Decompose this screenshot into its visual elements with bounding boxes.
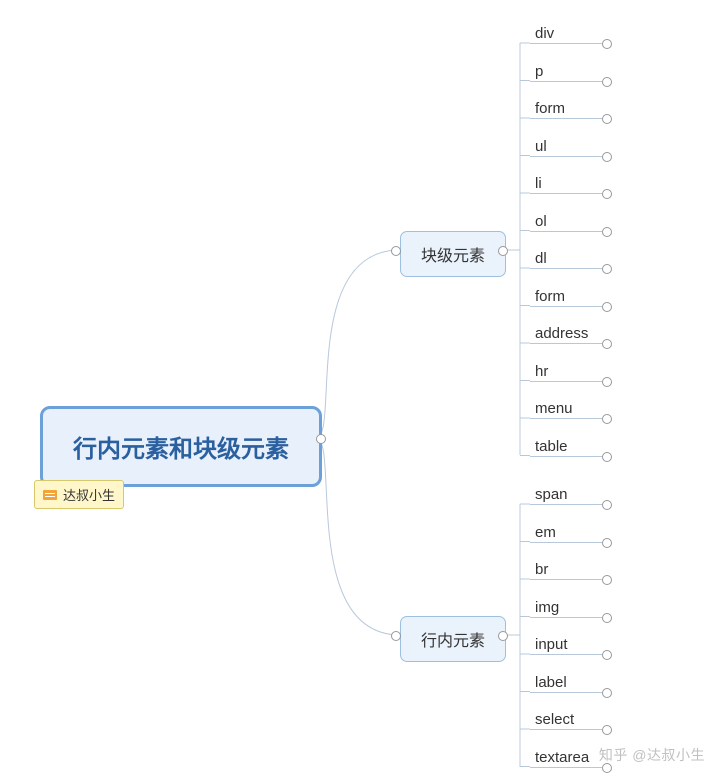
leaf-expand-dot[interactable] (602, 377, 612, 387)
leaf-expand-dot[interactable] (602, 227, 612, 237)
leaf-block-3[interactable]: ul (535, 136, 547, 157)
leaf-block-4[interactable]: li (535, 173, 542, 194)
leaf-inline-2[interactable]: br (535, 559, 548, 580)
leaf-block-0[interactable]: div (535, 23, 554, 44)
leaf-block-5[interactable]: ol (535, 211, 547, 232)
leaf-block-1[interactable]: p (535, 61, 543, 82)
leaf-inline-4[interactable]: input (535, 634, 568, 655)
leaf-expand-dot[interactable] (602, 575, 612, 585)
leaf-expand-dot[interactable] (602, 302, 612, 312)
leaf-expand-dot[interactable] (602, 725, 612, 735)
branch-inline-dot-right[interactable] (498, 631, 508, 641)
branch-inline-label: 行内元素 (421, 633, 485, 650)
author-tag[interactable]: 达叔小生 (34, 480, 124, 509)
branch-block-dot-right[interactable] (498, 246, 508, 256)
root-node[interactable]: 行内元素和块级元素 (40, 406, 322, 487)
leaf-inline-6[interactable]: select (535, 709, 574, 730)
leaf-expand-dot[interactable] (602, 39, 612, 49)
leaf-inline-0[interactable]: span (535, 484, 568, 505)
leaf-expand-dot[interactable] (602, 152, 612, 162)
leaf-inline-5[interactable]: label (535, 672, 567, 693)
branch-inline-dot-left[interactable] (391, 631, 401, 641)
branch-block-label: 块级元素 (421, 248, 485, 265)
leaf-expand-dot[interactable] (602, 613, 612, 623)
root-title: 行内元素和块级元素 (73, 436, 289, 463)
leaf-block-6[interactable]: dl (535, 248, 547, 269)
leaf-inline-3[interactable]: img (535, 597, 559, 618)
leaf-inline-7[interactable]: textarea (535, 747, 589, 768)
leaf-expand-dot[interactable] (602, 452, 612, 462)
leaf-expand-dot[interactable] (602, 538, 612, 548)
leaf-expand-dot[interactable] (602, 264, 612, 274)
leaf-inline-1[interactable]: em (535, 522, 556, 543)
root-expand-dot[interactable] (316, 434, 326, 444)
leaf-expand-dot[interactable] (602, 339, 612, 349)
watermark: 知乎 @达叔小生 (599, 745, 705, 765)
leaf-block-11[interactable]: table (535, 436, 568, 457)
leaf-expand-dot[interactable] (602, 650, 612, 660)
tag-icon (43, 490, 57, 500)
author-tag-label: 达叔小生 (63, 485, 115, 504)
leaf-block-7[interactable]: form (535, 286, 565, 307)
leaf-expand-dot[interactable] (602, 114, 612, 124)
leaf-expand-dot[interactable] (602, 189, 612, 199)
leaf-block-10[interactable]: menu (535, 398, 573, 419)
leaf-expand-dot[interactable] (602, 414, 612, 424)
branch-block-dot-left[interactable] (391, 246, 401, 256)
leaf-expand-dot[interactable] (602, 77, 612, 87)
leaf-expand-dot[interactable] (602, 500, 612, 510)
leaf-block-2[interactable]: form (535, 98, 565, 119)
branch-block[interactable]: 块级元素 (400, 231, 506, 277)
leaf-block-8[interactable]: address (535, 323, 588, 344)
leaf-expand-dot[interactable] (602, 688, 612, 698)
branch-inline[interactable]: 行内元素 (400, 616, 506, 662)
leaf-block-9[interactable]: hr (535, 361, 548, 382)
